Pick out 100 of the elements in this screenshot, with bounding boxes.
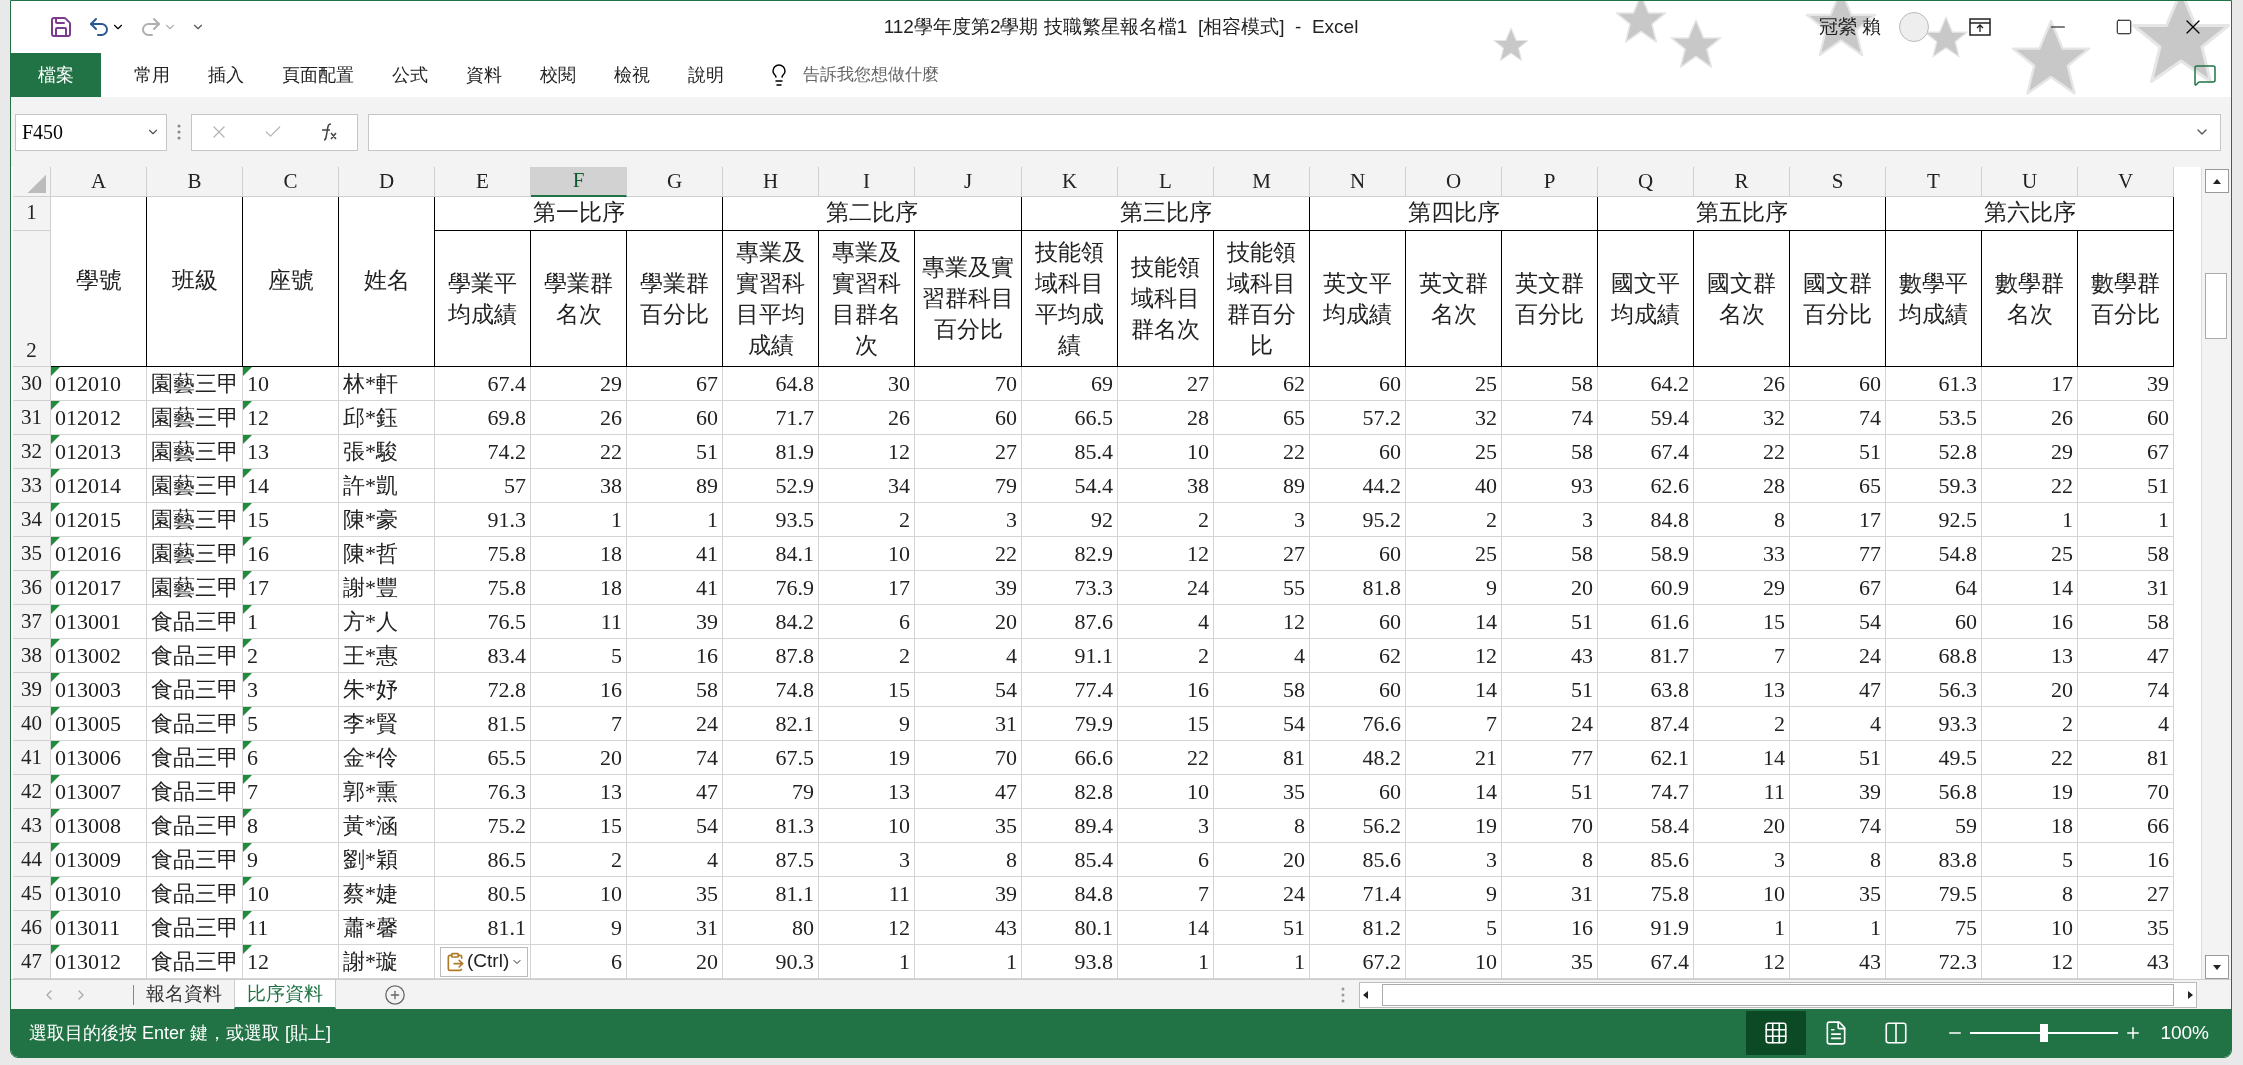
table-cell: 園藝三甲 <box>147 435 243 469</box>
header-cell: 姓名 <box>339 197 435 367</box>
column-header[interactable]: M <box>1214 167 1310 197</box>
row-header[interactable]: 2 <box>13 231 51 367</box>
row-header[interactable]: 44 <box>13 843 51 877</box>
table-cell: 60 <box>2078 401 2174 435</box>
row-header[interactable]: 33 <box>13 469 51 503</box>
table-cell: 52.8 <box>1886 435 1982 469</box>
ribbon-tab[interactable]: 公式 <box>373 53 447 97</box>
formula-input[interactable] <box>368 113 2221 151</box>
table-cell: 35 <box>1790 877 1886 911</box>
ribbon-tab[interactable]: 說明 <box>669 53 743 97</box>
column-header[interactable]: E <box>435 167 531 197</box>
horizontal-scrollbar[interactable] <box>1359 981 2197 1008</box>
column-header[interactable]: O <box>1406 167 1502 197</box>
undo-icon[interactable] <box>87 15 111 39</box>
ribbon-tab[interactable]: 資料 <box>447 53 521 97</box>
column-header[interactable]: T <box>1886 167 1982 197</box>
vertical-scrollbar[interactable] <box>2201 167 2231 979</box>
maximize-icon[interactable] <box>2115 18 2133 36</box>
column-header[interactable]: J <box>915 167 1022 197</box>
paste-options-button[interactable]: (Ctrl) <box>440 946 529 977</box>
row-header[interactable]: 45 <box>13 877 51 911</box>
table-cell: 24 <box>627 707 723 741</box>
row-header[interactable]: 39 <box>13 673 51 707</box>
zoom-slider[interactable] <box>1970 1024 2119 1042</box>
file-tab[interactable]: 檔案 <box>11 53 101 97</box>
column-header[interactable]: D <box>339 167 435 197</box>
table-cell: 60 <box>1310 435 1406 469</box>
header-cell: 學業群百分比 <box>627 231 723 367</box>
table-cell: 14 <box>1118 911 1214 945</box>
row-header[interactable]: 38 <box>13 639 51 673</box>
table-cell: 61.3 <box>1886 367 1982 401</box>
column-header[interactable]: Q <box>1598 167 1694 197</box>
column-header[interactable]: F <box>531 167 627 197</box>
name-box[interactable]: F450 <box>15 113 167 151</box>
column-header[interactable]: S <box>1790 167 1886 197</box>
table-cell: 3 <box>1214 503 1310 537</box>
column-header[interactable]: L <box>1118 167 1214 197</box>
ribbon-tab[interactable]: 頁面配置 <box>263 53 373 97</box>
column-header[interactable]: V <box>2078 167 2174 197</box>
row-header[interactable]: 35 <box>13 537 51 571</box>
row-header[interactable]: 32 <box>13 435 51 469</box>
column-header[interactable]: I <box>819 167 915 197</box>
column-header[interactable]: K <box>1022 167 1118 197</box>
table-cell: 85.6 <box>1598 843 1694 877</box>
view-button[interactable] <box>1746 1011 1807 1055</box>
ribbon-tab[interactable]: 插入 <box>189 53 263 97</box>
column-header[interactable]: U <box>1982 167 2078 197</box>
ribbon-tab[interactable]: 常用 <box>115 53 189 97</box>
table-cell: 16 <box>2078 843 2174 877</box>
add-sheet-icon[interactable] <box>384 983 406 1006</box>
table-cell: 8 <box>1790 843 1886 877</box>
zoom-level[interactable]: 100% <box>2160 1018 2209 1048</box>
scroll-thumb[interactable] <box>1382 983 2174 1006</box>
row-header[interactable]: 43 <box>13 809 51 843</box>
ribbon-tab[interactable]: 檢視 <box>595 53 669 97</box>
comments-icon[interactable] <box>2193 63 2217 87</box>
table-cell: 74 <box>1502 401 1598 435</box>
row-header[interactable]: 47 <box>13 945 51 979</box>
ribbon-tab[interactable]: 校閱 <box>521 53 595 97</box>
sheet-tab[interactable]: 比序資料 <box>234 980 336 1009</box>
column-header[interactable]: G <box>627 167 723 197</box>
header-cell: 英文群名次 <box>1406 231 1502 367</box>
column-header[interactable]: H <box>723 167 819 197</box>
table-cell: 41 <box>627 571 723 605</box>
row-header[interactable]: 37 <box>13 605 51 639</box>
tell-me-field[interactable]: 告訴我您想做什麼 <box>803 62 939 88</box>
column-header[interactable]: N <box>1310 167 1406 197</box>
column-header[interactable]: A <box>51 167 147 197</box>
row-header[interactable]: 40 <box>13 707 51 741</box>
row-header[interactable]: 46 <box>13 911 51 945</box>
table-cell: 9 <box>531 911 627 945</box>
row-header[interactable]: 42 <box>13 775 51 809</box>
table-cell: 79.9 <box>1022 707 1118 741</box>
column-header[interactable]: R <box>1694 167 1790 197</box>
table-cell: 12 <box>819 911 915 945</box>
table-cell: 81.2 <box>1310 911 1406 945</box>
column-header[interactable]: B <box>147 167 243 197</box>
error-indicator-icon <box>51 775 60 784</box>
table-cell: 31 <box>627 911 723 945</box>
sheet-tab[interactable]: 報名資料 <box>134 980 234 1009</box>
row-header[interactable]: 34 <box>13 503 51 537</box>
table-cell: 19 <box>1406 809 1502 843</box>
grip-icon[interactable] <box>1341 985 1345 1004</box>
scroll-thumb[interactable] <box>2205 273 2227 339</box>
row-header[interactable]: 36 <box>13 571 51 605</box>
row-header[interactable]: 1 <box>13 197 51 231</box>
ribbon-display-icon[interactable] <box>1969 18 1991 36</box>
row-header[interactable]: 31 <box>13 401 51 435</box>
column-header[interactable]: P <box>1502 167 1598 197</box>
table-cell: 60 <box>1310 775 1406 809</box>
table-cell: 26 <box>531 401 627 435</box>
column-header[interactable]: C <box>243 167 339 197</box>
row-header[interactable]: 41 <box>13 741 51 775</box>
table-cell: 食品三甲 <box>147 809 243 843</box>
table-cell: 2 <box>1118 503 1214 537</box>
zoom-thumb[interactable] <box>2040 1024 2049 1042</box>
row-header[interactable]: 30 <box>13 367 51 401</box>
save-icon[interactable] <box>49 15 73 39</box>
